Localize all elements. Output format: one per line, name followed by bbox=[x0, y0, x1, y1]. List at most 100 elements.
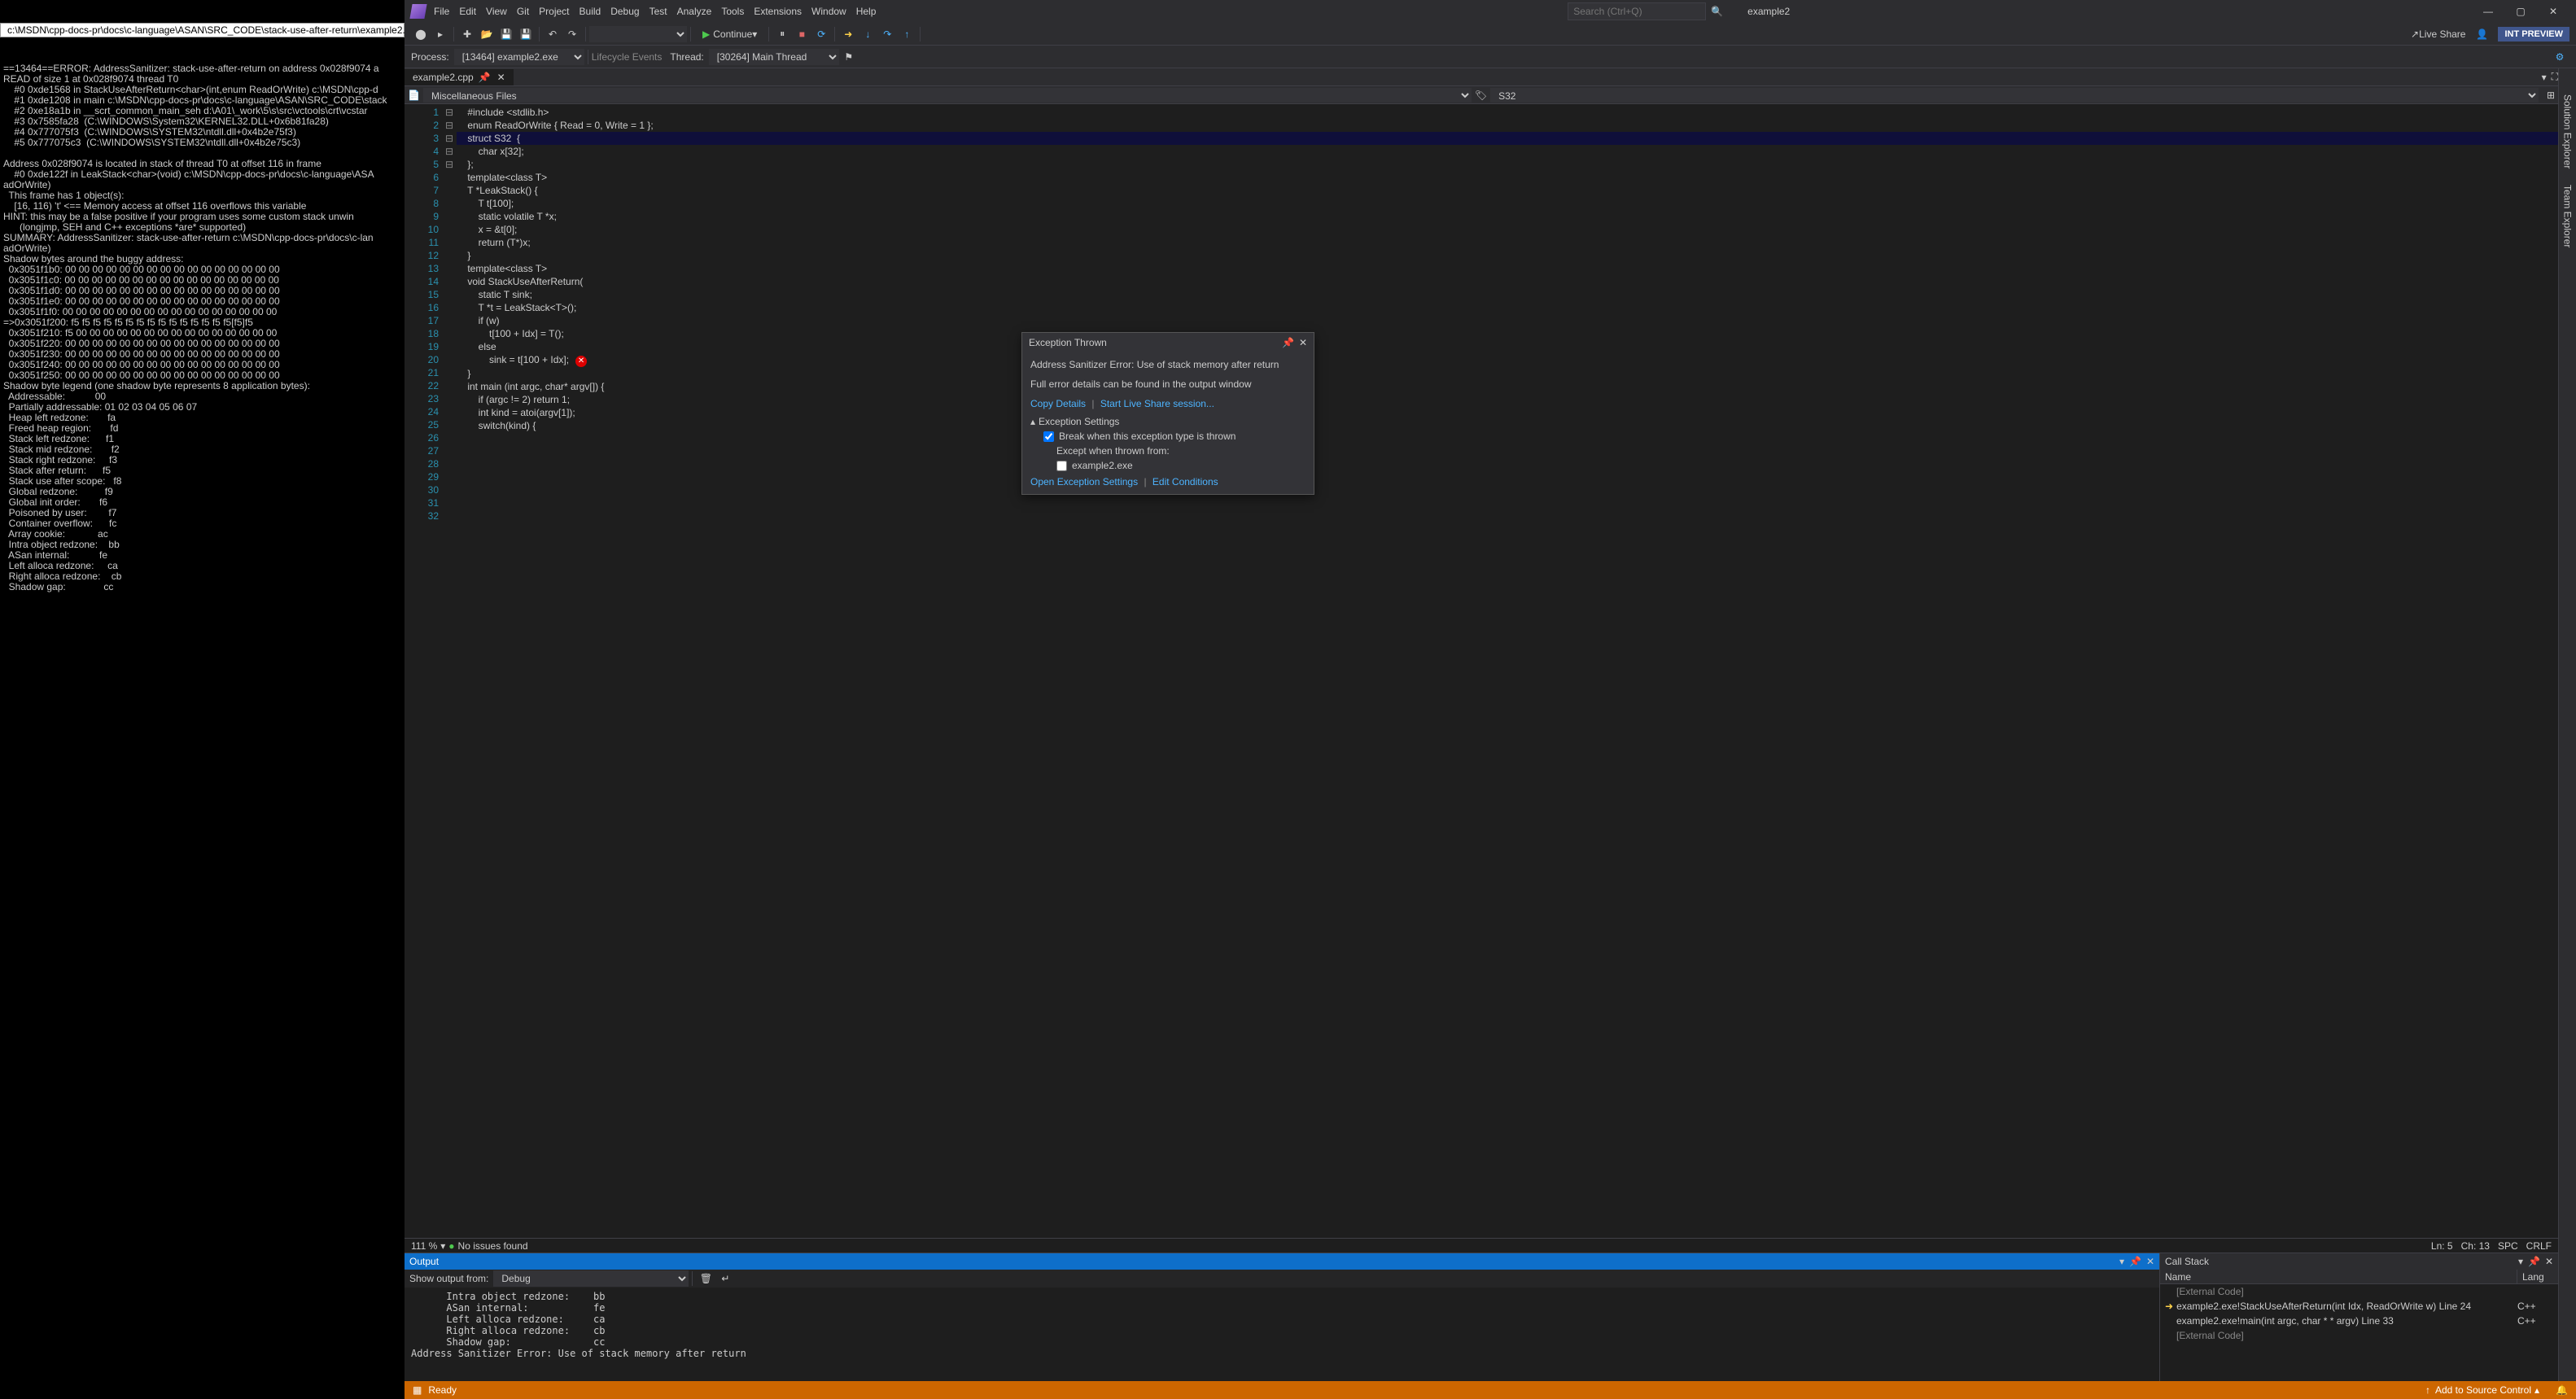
step-into-icon[interactable]: ↓ bbox=[859, 25, 877, 43]
undo-icon[interactable]: ↶ bbox=[544, 25, 562, 43]
tab-dropdown-icon[interactable]: ▾ bbox=[2542, 72, 2547, 83]
document-tabs: example2.cpp 📌 ✕ ▾ ⛶ bbox=[405, 68, 2558, 86]
exception-detail: Full error details can be found in the o… bbox=[1030, 378, 1305, 390]
break-checkbox[interactable]: Break when this exception type is thrown bbox=[1043, 431, 1305, 442]
output-pin-icon[interactable]: 📌 bbox=[2129, 1256, 2141, 1267]
callstack-col-lang[interactable]: Lang bbox=[2517, 1270, 2558, 1283]
break-checkbox-input[interactable] bbox=[1043, 431, 1054, 442]
callstack-row[interactable]: [External Code] bbox=[2160, 1328, 2558, 1343]
settings-icon[interactable]: ⚙ bbox=[2551, 48, 2569, 66]
menu-git[interactable]: Git bbox=[517, 6, 529, 17]
close-popup-icon[interactable]: ✕ bbox=[1299, 337, 1307, 348]
output-clear-icon[interactable]: 🗑 bbox=[697, 1270, 715, 1288]
callstack-rows[interactable]: [External Code]➜example2.exe!StackUseAft… bbox=[2160, 1284, 2558, 1381]
nav-file-combo[interactable]: Miscellaneous Files bbox=[423, 88, 1472, 103]
callstack-title: Call Stack bbox=[2165, 1256, 2209, 1267]
output-text[interactable]: Intra object redzone: bb ASan internal: … bbox=[405, 1288, 2159, 1381]
step-over-icon[interactable]: ↷ bbox=[878, 25, 896, 43]
pin-icon[interactable]: 📌 bbox=[1282, 337, 1294, 348]
tab-fullscreen-icon[interactable]: ⛶ bbox=[2552, 71, 2558, 83]
nav-back-icon[interactable]: ⬤ bbox=[412, 25, 430, 43]
zoom-level[interactable]: 111 % bbox=[411, 1240, 437, 1252]
nav-fwd-icon[interactable]: ▸ bbox=[431, 25, 449, 43]
menu-project[interactable]: Project bbox=[539, 6, 569, 17]
thread-combo[interactable]: [30264] Main Thread bbox=[709, 49, 839, 65]
tab-example2[interactable]: example2.cpp 📌 ✕ bbox=[405, 69, 514, 85]
live-share-button[interactable]: ↗ Live Share bbox=[2404, 27, 2472, 42]
callstack-dropdown-icon[interactable]: ▾ bbox=[2518, 1256, 2523, 1267]
stop-icon[interactable]: ■ bbox=[793, 25, 811, 43]
open-settings-link[interactable]: Open Exception Settings bbox=[1030, 476, 1138, 487]
search-icon[interactable]: 🔍 bbox=[1711, 6, 1723, 17]
menu-file[interactable]: File bbox=[434, 6, 449, 17]
break-all-icon[interactable]: ⏸ bbox=[773, 25, 791, 43]
callstack-pin-icon[interactable]: 📌 bbox=[2528, 1256, 2540, 1267]
lineend-indicator[interactable]: CRLF bbox=[2526, 1240, 2552, 1252]
new-icon[interactable]: ✚ bbox=[458, 25, 476, 43]
issues-label[interactable]: No issues found bbox=[458, 1240, 528, 1252]
continue-button[interactable]: Continue ▾ bbox=[694, 27, 765, 42]
output-source-combo[interactable]: Debug bbox=[493, 1270, 689, 1287]
except-exe-checkbox[interactable]: example2.exe bbox=[1056, 460, 1305, 471]
menu-debug[interactable]: Debug bbox=[610, 6, 639, 17]
split-icon[interactable]: ⊞ bbox=[2547, 90, 2555, 101]
nav-scope-combo[interactable]: S32 bbox=[1490, 88, 2539, 103]
col-indicator[interactable]: Ch: 13 bbox=[2461, 1240, 2490, 1252]
console-window: c:\MSDN\cpp-docs-pr\docs\c-language\ASAN… bbox=[0, 0, 405, 1399]
callstack-row[interactable]: [External Code] bbox=[2160, 1284, 2558, 1299]
process-combo[interactable]: [13464] example2.exe bbox=[454, 49, 584, 65]
close-tab-icon[interactable]: ✕ bbox=[497, 72, 505, 83]
code-editor[interactable]: 1234567891011121314151617181920212223242… bbox=[405, 104, 2558, 1238]
add-source-icon[interactable]: ↑ bbox=[2425, 1384, 2430, 1396]
callstack-close-icon[interactable]: ✕ bbox=[2545, 1256, 2553, 1267]
feedback-icon[interactable]: 👤 bbox=[2473, 25, 2491, 43]
menu-edit[interactable]: Edit bbox=[459, 6, 476, 17]
menu-view[interactable]: View bbox=[486, 6, 507, 17]
close-button[interactable]: ✕ bbox=[2537, 0, 2569, 23]
menu-test[interactable]: Test bbox=[649, 6, 667, 17]
open-icon[interactable]: 📂 bbox=[478, 25, 496, 43]
copy-details-link[interactable]: Copy Details bbox=[1030, 398, 1086, 409]
exception-settings-expander[interactable]: ▴Exception Settings bbox=[1030, 416, 1305, 427]
debug-toolbar: Process: [13464] example2.exe Lifecycle … bbox=[405, 46, 2576, 68]
lifecycle-label[interactable]: Lifecycle Events bbox=[592, 51, 663, 63]
except-exe-input[interactable] bbox=[1056, 461, 1067, 471]
output-wrap-icon[interactable]: ↵ bbox=[716, 1270, 734, 1288]
add-source-control[interactable]: Add to Source Control bbox=[2435, 1384, 2531, 1396]
console-title-bar[interactable]: c:\MSDN\cpp-docs-pr\docs\c-language\ASAN… bbox=[0, 23, 405, 37]
restart-icon[interactable]: ⟳ bbox=[812, 25, 830, 43]
flag-icon[interactable]: ⚑ bbox=[840, 48, 858, 66]
menu-window[interactable]: Window bbox=[811, 6, 846, 17]
console-output[interactable]: ==13464==ERROR: AddressSanitizer: stack-… bbox=[0, 60, 405, 596]
output-close-icon[interactable]: ✕ bbox=[2146, 1256, 2154, 1267]
search-input[interactable] bbox=[1568, 2, 1706, 20]
sidebar-tab-team[interactable]: Team Explorer bbox=[2561, 178, 2575, 254]
start-liveshare-link[interactable]: Start Live Share session... bbox=[1100, 398, 1214, 409]
config-combo[interactable] bbox=[589, 26, 687, 42]
line-indicator[interactable]: Ln: 5 bbox=[2431, 1240, 2453, 1252]
callstack-row[interactable]: example2.exe!main(int argc, char * * arg… bbox=[2160, 1314, 2558, 1328]
sidebar-tab-solution[interactable]: Solution Explorer bbox=[2561, 88, 2575, 175]
callstack-row[interactable]: ➜example2.exe!StackUseAfterReturn(int Id… bbox=[2160, 1299, 2558, 1314]
menu-help[interactable]: Help bbox=[856, 6, 877, 17]
save-icon[interactable]: 💾 bbox=[497, 25, 515, 43]
notifications-icon[interactable]: 🔔 bbox=[2556, 1384, 2568, 1396]
maximize-button[interactable]: ▢ bbox=[2504, 0, 2537, 23]
callstack-col-name[interactable]: Name bbox=[2160, 1270, 2517, 1283]
menu-extensions[interactable]: Extensions bbox=[754, 6, 802, 17]
menu-analyze[interactable]: Analyze bbox=[677, 6, 712, 17]
status-ready: Ready bbox=[428, 1384, 457, 1396]
indent-indicator[interactable]: SPC bbox=[2498, 1240, 2518, 1252]
ok-icon: ● bbox=[448, 1240, 454, 1252]
redo-icon[interactable]: ↷ bbox=[563, 25, 581, 43]
menu-build[interactable]: Build bbox=[579, 6, 601, 17]
[interactable]: ➜ bbox=[839, 25, 857, 43]
callstack-panel: Call Stack ▾ 📌 ✕ Name Lang [External Cod… bbox=[2159, 1253, 2558, 1381]
save-all-icon[interactable]: 💾 bbox=[517, 25, 535, 43]
step-out-icon[interactable]: ↑ bbox=[898, 25, 916, 43]
output-dropdown-icon[interactable]: ▾ bbox=[2119, 1256, 2124, 1267]
pin-icon[interactable]: 📌 bbox=[479, 72, 491, 83]
minimize-button[interactable]: — bbox=[2472, 0, 2504, 23]
edit-conditions-link[interactable]: Edit Conditions bbox=[1152, 476, 1218, 487]
menu-tools[interactable]: Tools bbox=[721, 6, 744, 17]
